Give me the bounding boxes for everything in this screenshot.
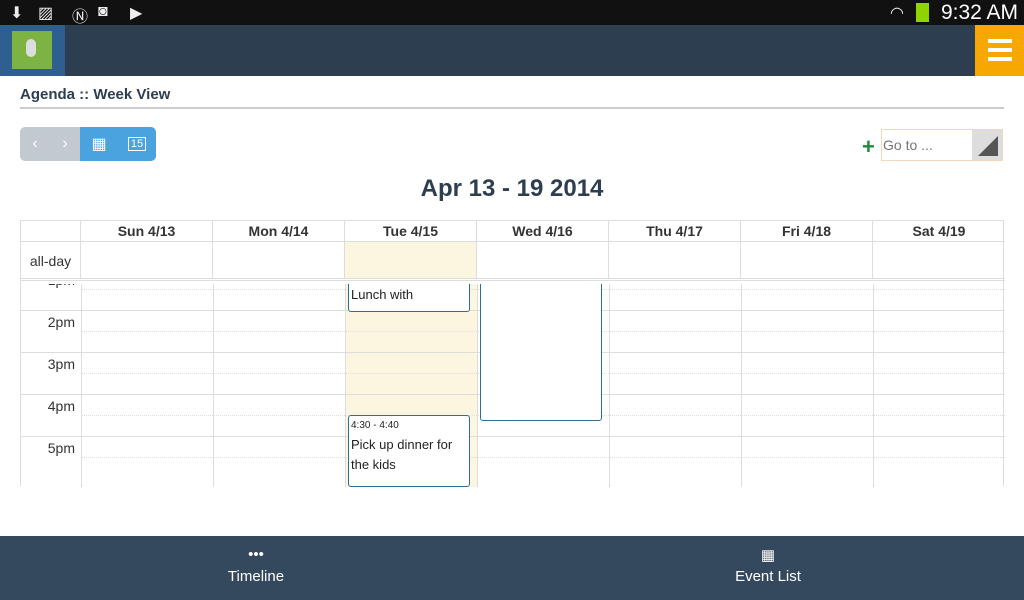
event-list-tab[interactable]: ▦ Event List [668, 536, 868, 600]
wifi-icon: ◠ [890, 5, 904, 22]
event-time: 4:30 - 4:40 [351, 420, 399, 431]
chevron-right-icon: › [62, 135, 68, 152]
event-title: Pick up dinner for the kids [351, 437, 453, 472]
hamburger-icon [988, 39, 1012, 43]
timeline-label: Timeline [227, 568, 285, 585]
goto-field[interactable] [881, 129, 1003, 161]
column-divider [345, 284, 346, 487]
hour-label: 2pm [47, 314, 75, 330]
column-divider [873, 284, 874, 487]
status-bar: ⬇ ▨ Ⓝ ◙ ▶ ◠ 9:32 AM [0, 0, 1024, 26]
calendar-event[interactable] [480, 284, 602, 421]
prev-week-button[interactable]: ‹ [20, 127, 50, 161]
menu-button[interactable] [975, 25, 1024, 76]
event-list-label: Event List [735, 568, 801, 585]
dropdown-toggle-icon[interactable] [972, 130, 1002, 160]
calendar-day-icon: 15 [127, 137, 147, 151]
hour-label: 1pm [21, 284, 75, 288]
app-logo-button[interactable] [0, 25, 65, 76]
microphone-icon [12, 31, 52, 69]
battery-icon [916, 3, 929, 22]
image-icon: ▨ [38, 5, 54, 22]
calendar-icon: ▦ [760, 547, 776, 564]
chevron-left-icon: ‹ [32, 135, 38, 152]
all-day-cell[interactable] [609, 242, 741, 278]
page-title: Agenda :: Week View [20, 86, 171, 103]
add-event-button[interactable]: + [862, 134, 875, 160]
event-title: Lunch with [351, 287, 414, 302]
timeline-tab[interactable]: ••• Timeline [156, 536, 356, 600]
column-divider [609, 284, 610, 487]
all-day-cell[interactable] [345, 242, 477, 278]
week-calendar: Sun 4/13 Mon 4/14 Tue 4/15 Wed 4/16 Thu 4/17… [20, 220, 1005, 487]
app-header [0, 25, 1024, 76]
hour-label: 4pm [47, 398, 75, 414]
play-store-icon: ▶ [130, 5, 143, 22]
column-divider [81, 284, 82, 487]
hour-label: 5pm [47, 440, 75, 456]
clock: 9:32 AM [940, 1, 1018, 24]
next-week-button[interactable]: › [50, 127, 80, 161]
all-day-cell[interactable] [81, 242, 213, 278]
time-grid[interactable]: 1pm 2pm 3pm 4pm 5pm Lunch with 4:30 - 4:40 Pick… [21, 284, 1005, 487]
dots-icon: ••• [248, 546, 264, 563]
date-range: Apr 13 - 19 2014 [420, 175, 604, 202]
day-view-button[interactable]: 15 [118, 127, 156, 161]
notes-icon: Ⓝ [72, 9, 89, 26]
all-day-row: all-day [21, 242, 1005, 281]
all-day-cell[interactable] [873, 242, 1005, 278]
all-day-label: all-day [21, 242, 81, 278]
column-divider [741, 284, 742, 487]
column-divider [213, 284, 214, 487]
divider [20, 107, 1004, 109]
calendar-icon: ▦ [91, 136, 107, 153]
day-header[interactable]: Sat 4/19 [873, 221, 1005, 241]
hour-label: 3pm [47, 356, 75, 372]
download-icon: ⬇ [10, 5, 24, 22]
day-header[interactable]: Tue 4/15 [345, 221, 477, 241]
day-header-row: Sun 4/13 Mon 4/14 Tue 4/15 Wed 4/16 Thu 4/17… [21, 221, 1005, 242]
all-day-cell[interactable] [477, 242, 609, 278]
day-header[interactable]: Wed 4/16 [477, 221, 609, 241]
calendar-event[interactable]: Lunch with [348, 284, 470, 312]
all-day-cell[interactable] [741, 242, 873, 278]
day-header[interactable]: Thu 4/17 [609, 221, 741, 241]
column-divider [477, 284, 478, 487]
day-header[interactable]: Mon 4/14 [213, 221, 345, 241]
all-day-cell[interactable] [213, 242, 345, 278]
bottom-bar: ••• Timeline ▦ Event List [0, 536, 1024, 600]
app-icon: ◙ [98, 3, 108, 20]
hour-row[interactable]: 5pm [21, 436, 1005, 478]
calendar-event[interactable]: 4:30 - 4:40 Pick up dinner for the kids [348, 415, 470, 487]
corner-cell [21, 221, 81, 241]
goto-input[interactable] [883, 131, 971, 159]
week-view-button[interactable]: ▦ [80, 127, 118, 161]
calendar-nav-group: ‹ › ▦ 15 [20, 127, 156, 161]
day-header[interactable]: Sun 4/13 [81, 221, 213, 241]
day-header[interactable]: Fri 4/18 [741, 221, 873, 241]
